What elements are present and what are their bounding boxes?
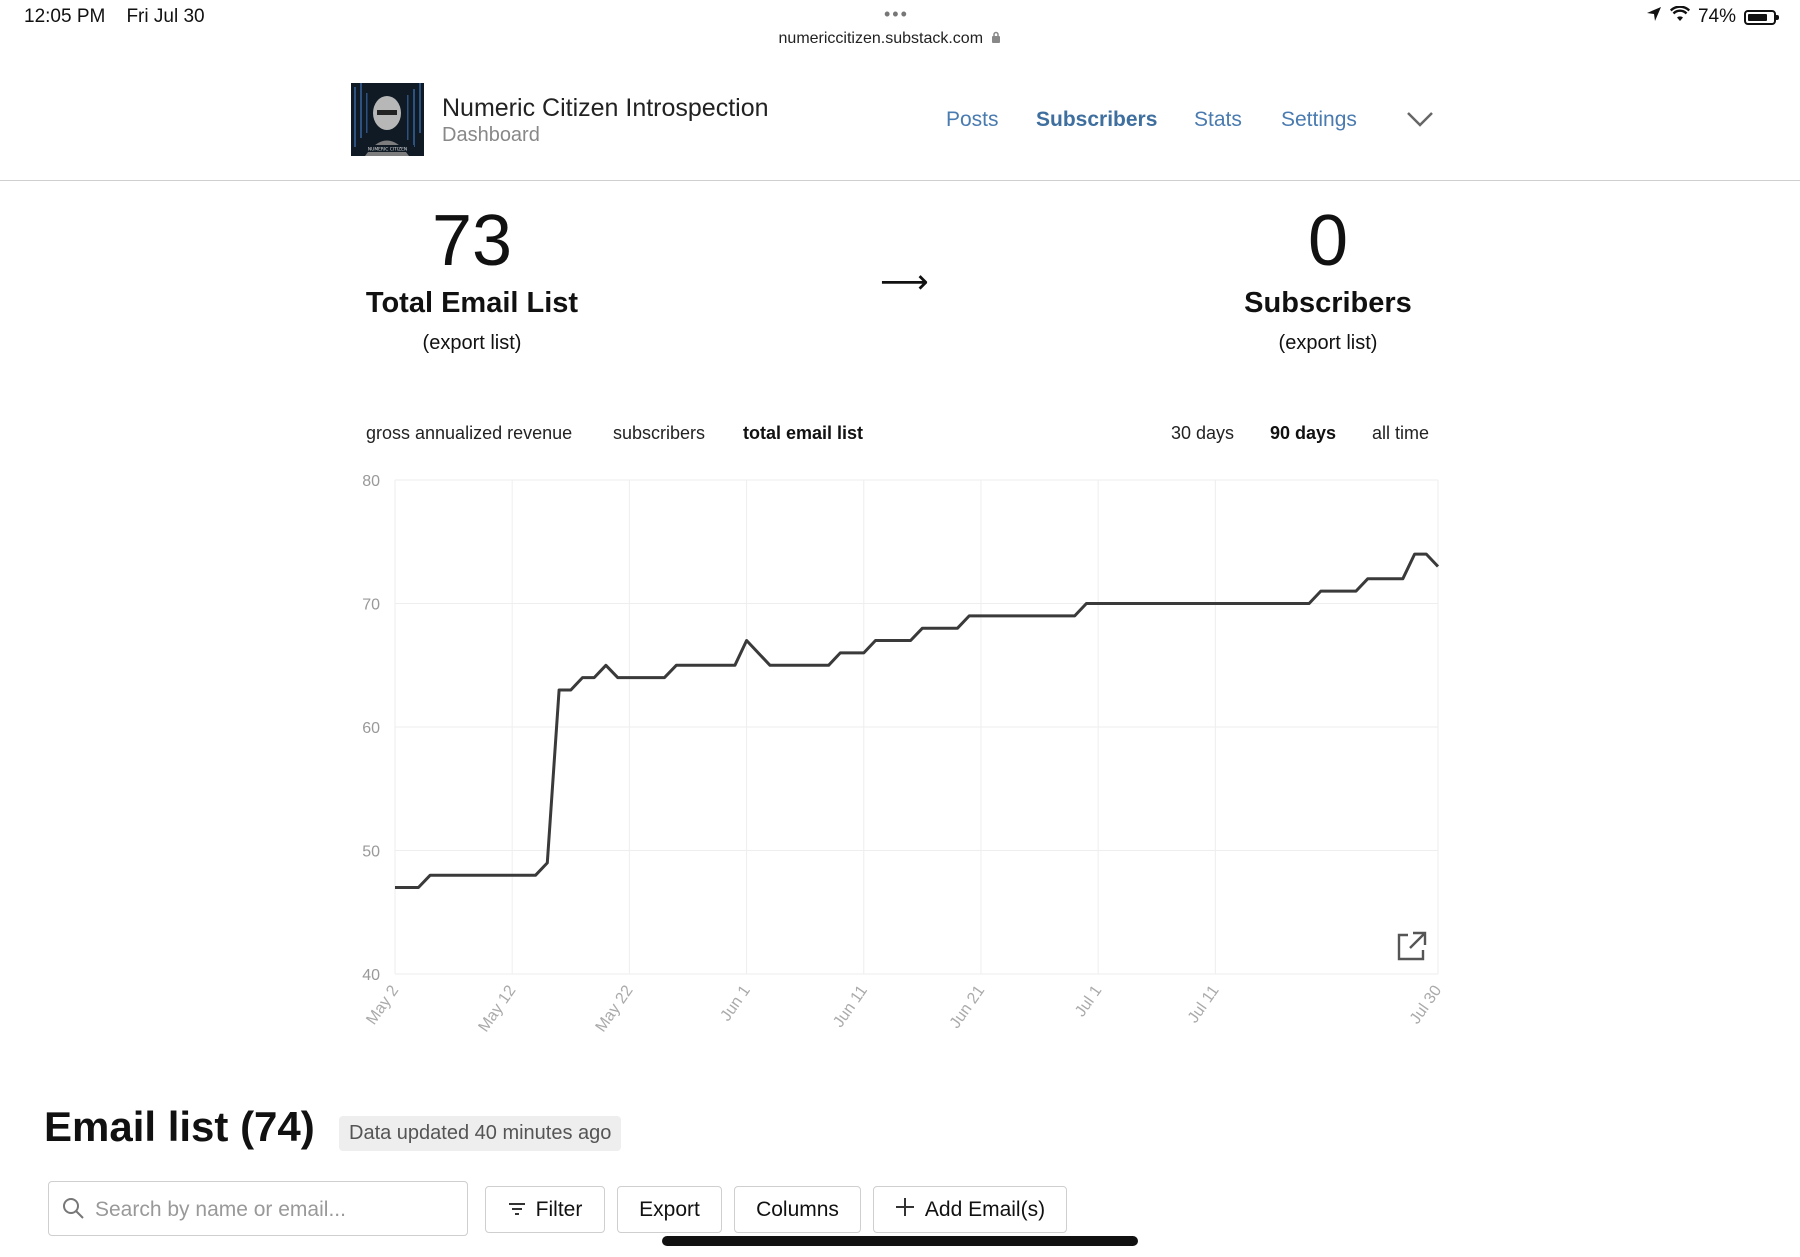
email-list-line-chart: 80 70 60 50 40 May 2 May 12 May 22 Jun 1 Jun 11 J… (362, 473, 1445, 1035)
chart-grid (394, 479, 1439, 975)
x-tick-label: May 22 (593, 982, 637, 1035)
data-updated-badge: Data updated 40 minutes ago (339, 1116, 622, 1151)
search-icon (61, 1196, 85, 1225)
series-line (395, 552, 1440, 889)
x-tick-label: Jun 11 (830, 982, 871, 1030)
y-tick-label: 40 (362, 967, 380, 984)
plus-icon (895, 1197, 915, 1223)
x-tick-label: Jul 11 (1185, 982, 1223, 1026)
columns-button[interactable]: Columns (734, 1186, 861, 1233)
y-tick-label: 70 (362, 597, 380, 614)
export-button[interactable]: Export (617, 1186, 722, 1233)
export-label: Export (639, 1197, 700, 1221)
y-tick-label: 80 (362, 473, 380, 490)
x-tick-label: May 2 (363, 982, 402, 1028)
search-box[interactable] (48, 1181, 468, 1236)
x-tick-label: Jul 30 (1407, 982, 1445, 1027)
filter-icon (508, 1198, 526, 1222)
y-axis-ticks: 80 70 60 50 40 (362, 473, 380, 984)
filter-label: Filter (535, 1197, 583, 1221)
y-tick-label: 60 (362, 720, 380, 737)
x-tick-label: Jun 21 (947, 982, 989, 1031)
add-emails-label: Add Email(s) (924, 1197, 1046, 1221)
y-tick-label: 50 (362, 844, 380, 861)
columns-label: Columns (756, 1197, 839, 1221)
search-input[interactable] (93, 1192, 457, 1228)
open-external-icon[interactable] (1394, 930, 1428, 969)
filter-button[interactable]: Filter (485, 1186, 605, 1233)
add-emails-button[interactable]: Add Email(s) (873, 1186, 1067, 1233)
email-list-title: Email list (74) (44, 1103, 315, 1150)
x-tick-label: Jun 1 (717, 982, 753, 1024)
home-indicator[interactable] (662, 1236, 1138, 1246)
x-tick-label: Jul 1 (1072, 982, 1105, 1020)
x-tick-label: May 12 (475, 982, 519, 1035)
x-axis-ticks: May 2 May 12 May 22 Jun 1 Jun 11 Jun 21 Jul 1 J… (363, 982, 1445, 1035)
